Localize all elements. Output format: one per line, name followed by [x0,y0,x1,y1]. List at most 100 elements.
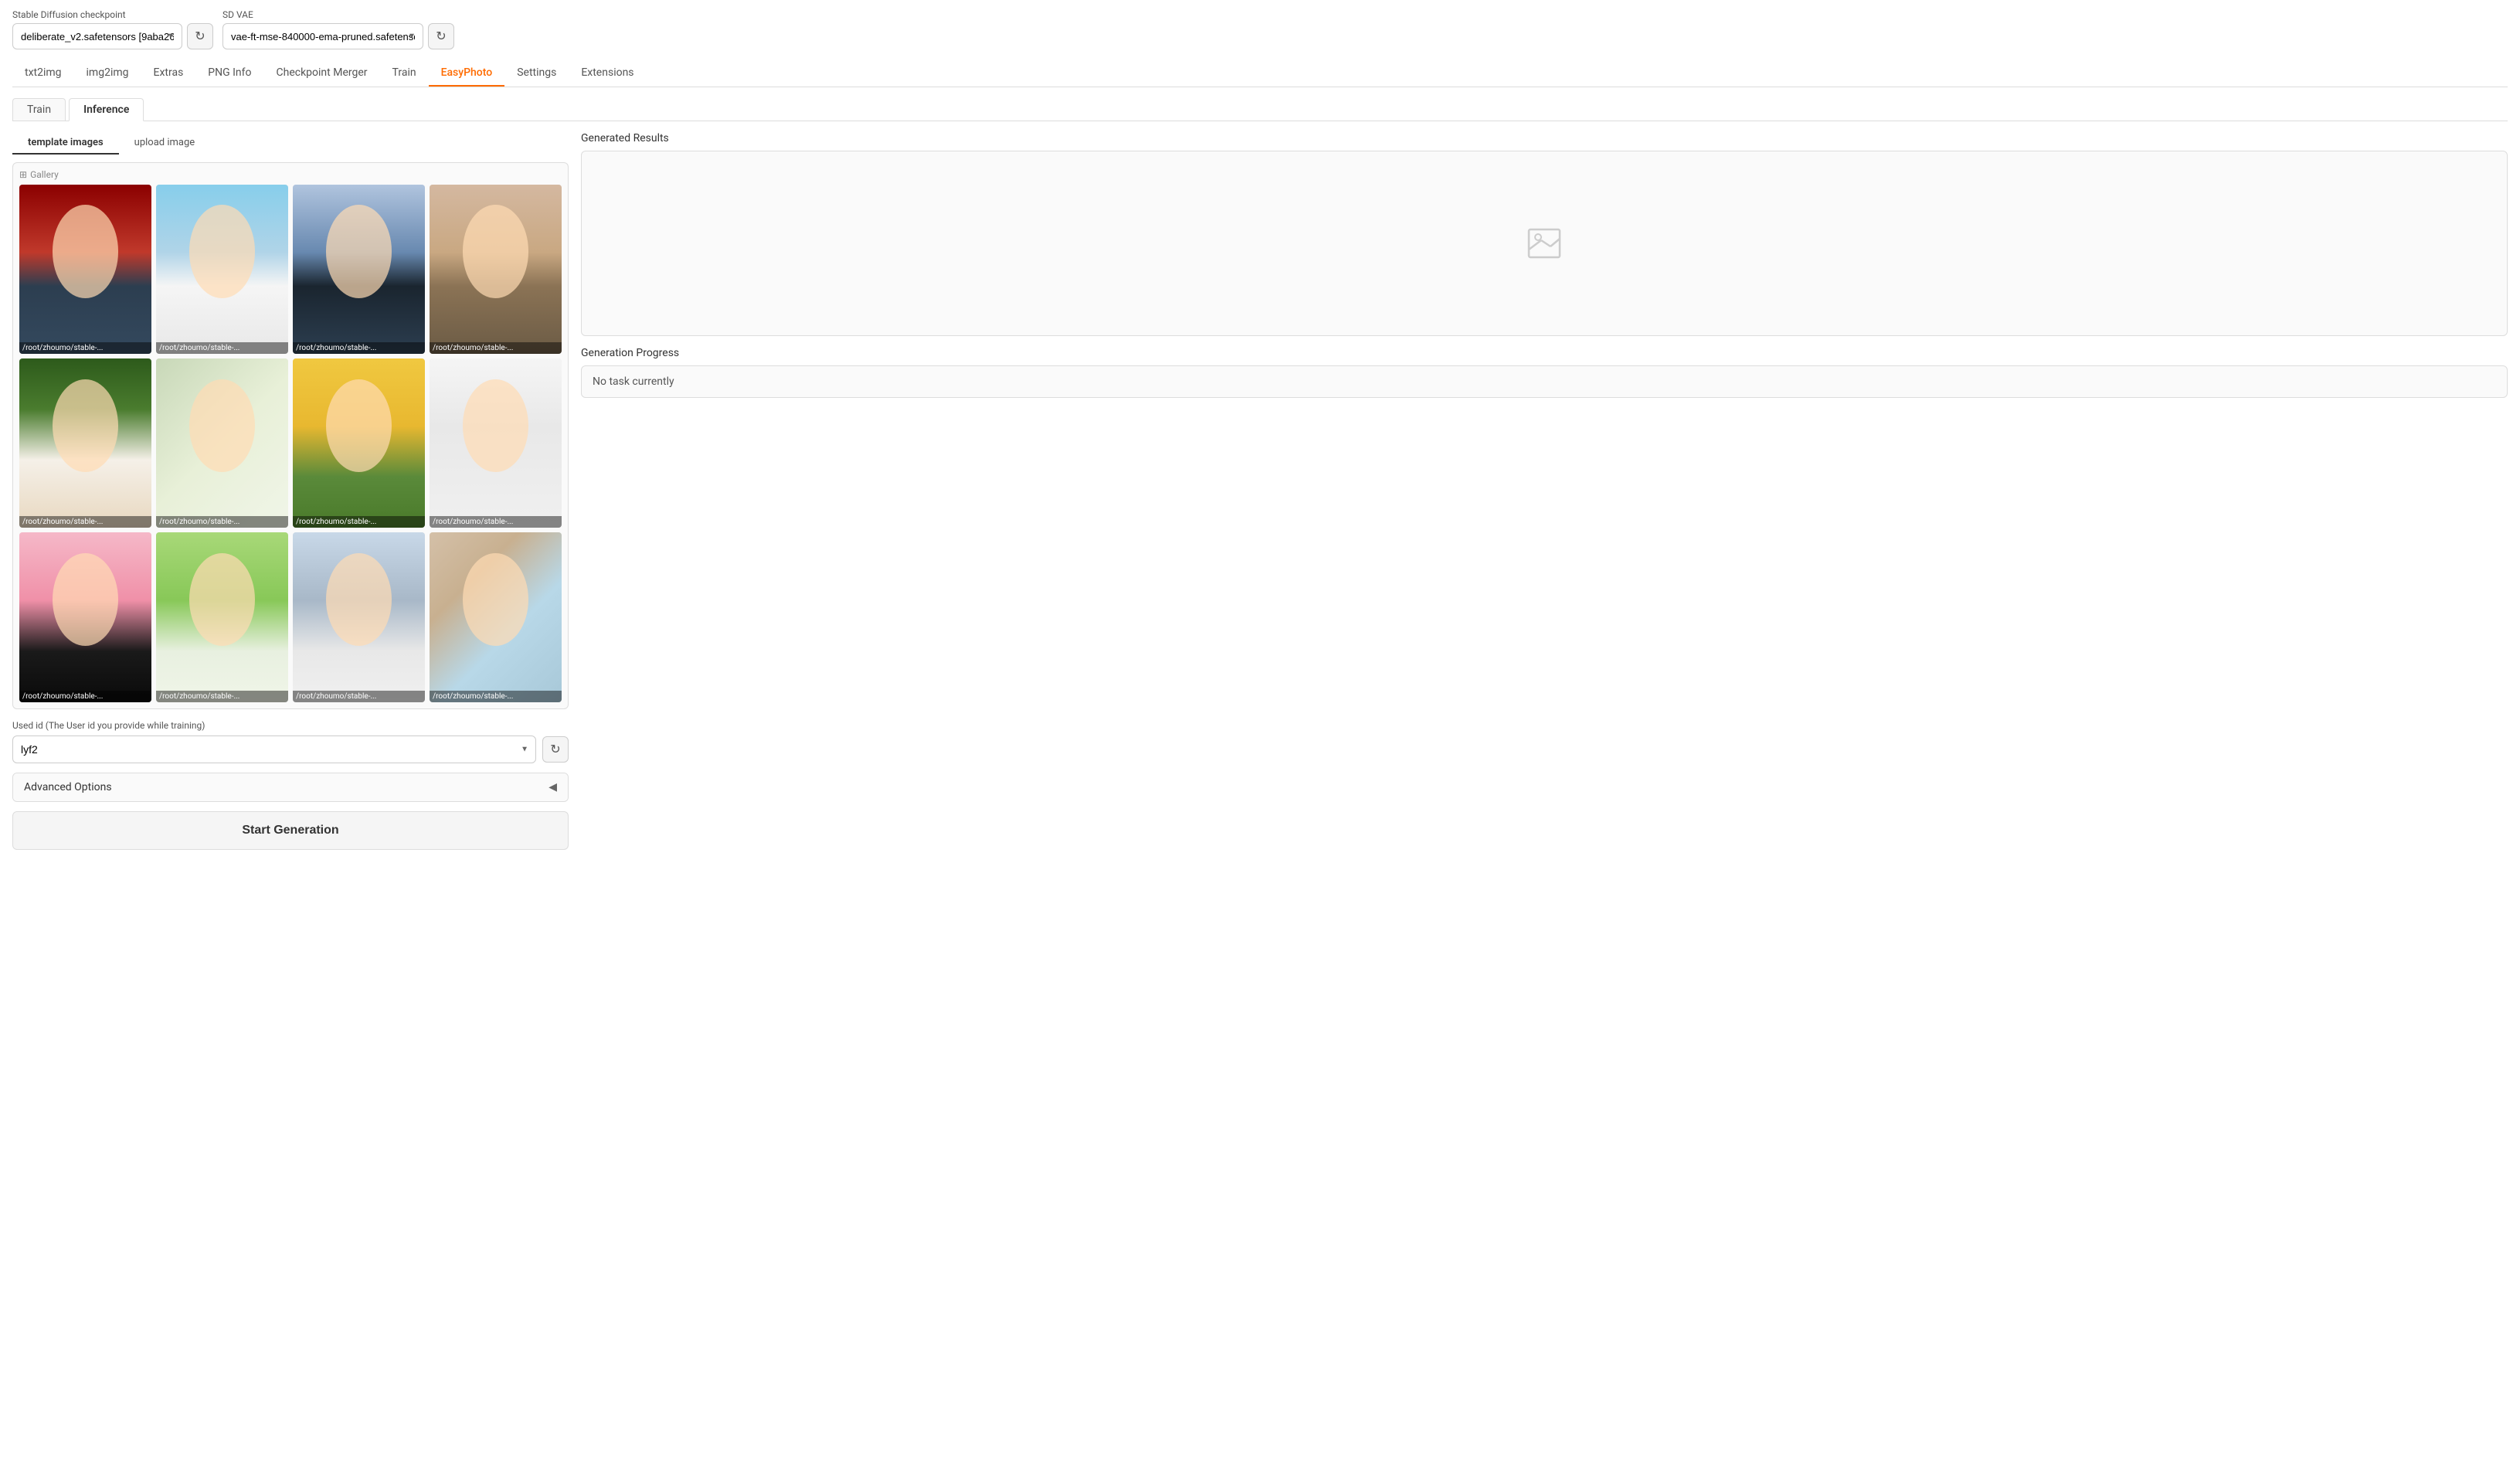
face-oval-10 [189,553,256,647]
left-panel: template images upload image ⊞ Gallery /… [12,132,569,850]
gallery-path-4: /root/zhoumo/stable-... [430,342,562,354]
portrait-10 [156,532,288,702]
portrait-2 [156,185,288,354]
start-generation-button[interactable]: Start Generation [12,811,569,850]
gallery-item-4[interactable]: /root/zhoumo/stable-... [430,185,562,354]
used-id-section: Used id (The User id you provide while t… [12,720,569,763]
advanced-options-header[interactable]: Advanced Options ◀ [13,773,568,801]
tab-extras[interactable]: Extras [141,60,196,87]
id-select[interactable]: lyf2 [12,736,536,763]
tab-settings[interactable]: Settings [504,60,569,87]
checkpoint-select-wrapper: deliberate_v2.safetensors [9aba26abdf] [12,23,182,49]
advanced-options: Advanced Options ◀ [12,773,569,802]
face-oval-5 [53,379,119,473]
app-container: Stable Diffusion checkpoint deliberate_v… [0,0,2520,1471]
portrait-11 [293,532,425,702]
vae-group: SD VAE vae-ft-mse-840000-ema-pruned.safe… [222,9,454,49]
tab-img2img[interactable]: img2img [74,60,141,87]
vae-row: vae-ft-mse-840000-ema-pruned.safetensors… [222,23,454,49]
inner-tab-train[interactable]: Train [12,98,66,121]
sub-tab-upload-image[interactable]: upload image [119,132,211,155]
checkpoint-select[interactable]: deliberate_v2.safetensors [9aba26abdf] [12,23,182,49]
image-placeholder-icon [1526,225,1563,262]
gallery-item-12[interactable]: /root/zhoumo/stable-... [430,532,562,702]
face-oval-1 [53,205,119,298]
gallery-path-8: /root/zhoumo/stable-... [430,516,562,528]
nav-tabs: txt2img img2img Extras PNG Info Checkpoi… [12,60,2508,87]
tab-extensions[interactable]: Extensions [569,60,646,87]
checkpoint-label: Stable Diffusion checkpoint [12,9,213,20]
portrait-12 [430,532,562,702]
progress-label: Generation Progress [581,347,2508,359]
vae-label: SD VAE [222,9,454,20]
face-oval-4 [463,205,529,298]
gallery-path-3: /root/zhoumo/stable-... [293,342,425,354]
top-bar: Stable Diffusion checkpoint deliberate_v… [12,9,2508,49]
portrait-6 [156,358,288,528]
portrait-1 [19,185,151,354]
gallery-icon: ⊞ [19,169,27,180]
vae-refresh-button[interactable]: ↻ [428,23,454,49]
tab-txt2img[interactable]: txt2img [12,60,74,87]
progress-text: No task currently [593,375,2496,388]
gallery-path-9: /root/zhoumo/stable-... [19,691,151,702]
gallery-item-5[interactable]: /root/zhoumo/stable-... [19,358,151,528]
face-oval-8 [463,379,529,473]
tab-easyphoto[interactable]: EasyPhoto [429,60,505,87]
gallery-path-11: /root/zhoumo/stable-... [293,691,425,702]
gallery-path-10: /root/zhoumo/stable-... [156,691,288,702]
tab-train[interactable]: Train [380,60,429,87]
vae-select[interactable]: vae-ft-mse-840000-ema-pruned.safetensors [222,23,423,49]
sub-tabs: template images upload image [12,132,569,155]
checkpoint-group: Stable Diffusion checkpoint deliberate_v… [12,9,213,49]
face-oval-7 [326,379,392,473]
gallery-path-5: /root/zhoumo/stable-... [19,516,151,528]
gallery-item-10[interactable]: /root/zhoumo/stable-... [156,532,288,702]
advanced-options-title: Advanced Options [24,781,112,793]
gallery-item-8[interactable]: /root/zhoumo/stable-... [430,358,562,528]
portrait-3 [293,185,425,354]
portrait-5 [19,358,151,528]
gallery-path-1: /root/zhoumo/stable-... [19,342,151,354]
main-content: template images upload image ⊞ Gallery /… [12,132,2508,850]
id-select-wrapper: lyf2 [12,736,536,763]
chevron-left-icon: ◀ [548,781,557,793]
portrait-7 [293,358,425,528]
face-oval-11 [326,553,392,647]
gallery-grid: /root/zhoumo/stable-... /root/zhoumo/sta… [19,185,562,702]
face-oval-2 [189,205,256,298]
inner-tab-inference[interactable]: Inference [69,98,144,121]
gallery-item-9[interactable]: /root/zhoumo/stable-... [19,532,151,702]
portrait-4 [430,185,562,354]
gallery-item-6[interactable]: /root/zhoumo/stable-... [156,358,288,528]
gallery-label: ⊞ Gallery [19,169,562,180]
vae-select-wrapper: vae-ft-mse-840000-ema-pruned.safetensors [222,23,423,49]
id-refresh-button[interactable]: ↻ [542,736,569,763]
gallery-path-6: /root/zhoumo/stable-... [156,516,288,528]
checkpoint-row: deliberate_v2.safetensors [9aba26abdf] ↻ [12,23,213,49]
face-oval-6 [189,379,256,473]
used-id-label: Used id (The User id you provide while t… [12,720,569,731]
face-oval-12 [463,553,529,647]
results-area [581,151,2508,336]
gallery-item-11[interactable]: /root/zhoumo/stable-... [293,532,425,702]
gallery-container: ⊞ Gallery /root/zhoumo/stable-... [12,162,569,709]
tab-png-info[interactable]: PNG Info [195,60,263,87]
tab-checkpoint-merger[interactable]: Checkpoint Merger [264,60,380,87]
gallery-path-2: /root/zhoumo/stable-... [156,342,288,354]
gallery-item-2[interactable]: /root/zhoumo/stable-... [156,185,288,354]
inner-tabs: Train Inference [12,98,2508,121]
gallery-item-7[interactable]: /root/zhoumo/stable-... [293,358,425,528]
gallery-path-7: /root/zhoumo/stable-... [293,516,425,528]
checkpoint-refresh-button[interactable]: ↻ [187,23,213,49]
results-label: Generated Results [581,132,2508,144]
sub-tab-template-images[interactable]: template images [12,132,119,155]
id-row: lyf2 ↻ [12,736,569,763]
face-oval-3 [326,205,392,298]
progress-area: No task currently [581,365,2508,398]
gallery-item-1[interactable]: /root/zhoumo/stable-... [19,185,151,354]
face-oval-9 [53,553,119,647]
gallery-path-12: /root/zhoumo/stable-... [430,691,562,702]
right-panel: Generated Results Generation Progress No… [581,132,2508,850]
gallery-item-3[interactable]: /root/zhoumo/stable-... [293,185,425,354]
